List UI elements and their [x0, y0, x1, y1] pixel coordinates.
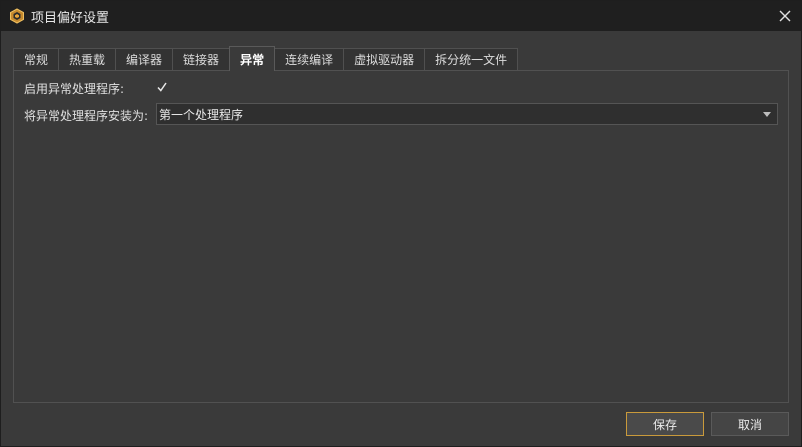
cancel-button[interactable]: 取消	[711, 412, 789, 436]
close-icon	[779, 10, 791, 22]
tab-virtual-drive[interactable]: 虚拟驱动器	[343, 48, 426, 70]
checkmark-icon	[157, 82, 167, 92]
hex-app-icon	[9, 8, 25, 24]
install-handler-row: 将异常处理程序安装为:	[24, 107, 148, 124]
tab-bar: 常规 热重载 编译器 链接器 异常 连续编译 虚拟驱动器 拆分统一文件	[13, 46, 519, 71]
enable-handler-checkbox[interactable]	[155, 80, 169, 94]
chevron-down-icon	[763, 112, 771, 117]
tab-compiler[interactable]: 编译器	[115, 48, 174, 70]
install-handler-value: 第一个处理程序	[159, 107, 244, 122]
enable-handler-label: 启用异常处理程序:	[24, 82, 125, 96]
tab-split-unity-files[interactable]: 拆分统一文件	[424, 48, 519, 70]
title-bar: 项目偏好设置	[1, 1, 801, 31]
install-handler-select[interactable]: 第一个处理程序	[156, 103, 778, 125]
enable-handler-row: 启用异常处理程序:	[24, 80, 124, 97]
save-button[interactable]: 保存	[626, 412, 704, 436]
exceptions-panel: 启用异常处理程序: 将异常处理程序安装为: 第一个处理程序	[13, 70, 789, 403]
tab-hot-reload[interactable]: 热重载	[58, 48, 117, 70]
install-handler-label: 将异常处理程序安装为:	[24, 109, 149, 123]
tab-linker[interactable]: 链接器	[172, 48, 231, 70]
tab-exceptions[interactable]: 异常	[229, 46, 276, 71]
tab-continuous-compile[interactable]: 连续编译	[274, 48, 345, 70]
tab-general[interactable]: 常规	[13, 48, 60, 70]
window-title: 项目偏好设置	[31, 10, 110, 26]
preferences-window: 项目偏好设置 常规 热重载 编译器 链接器 异常 连续编译 虚拟驱动器 拆分统一…	[0, 0, 802, 447]
close-button[interactable]	[775, 6, 795, 26]
